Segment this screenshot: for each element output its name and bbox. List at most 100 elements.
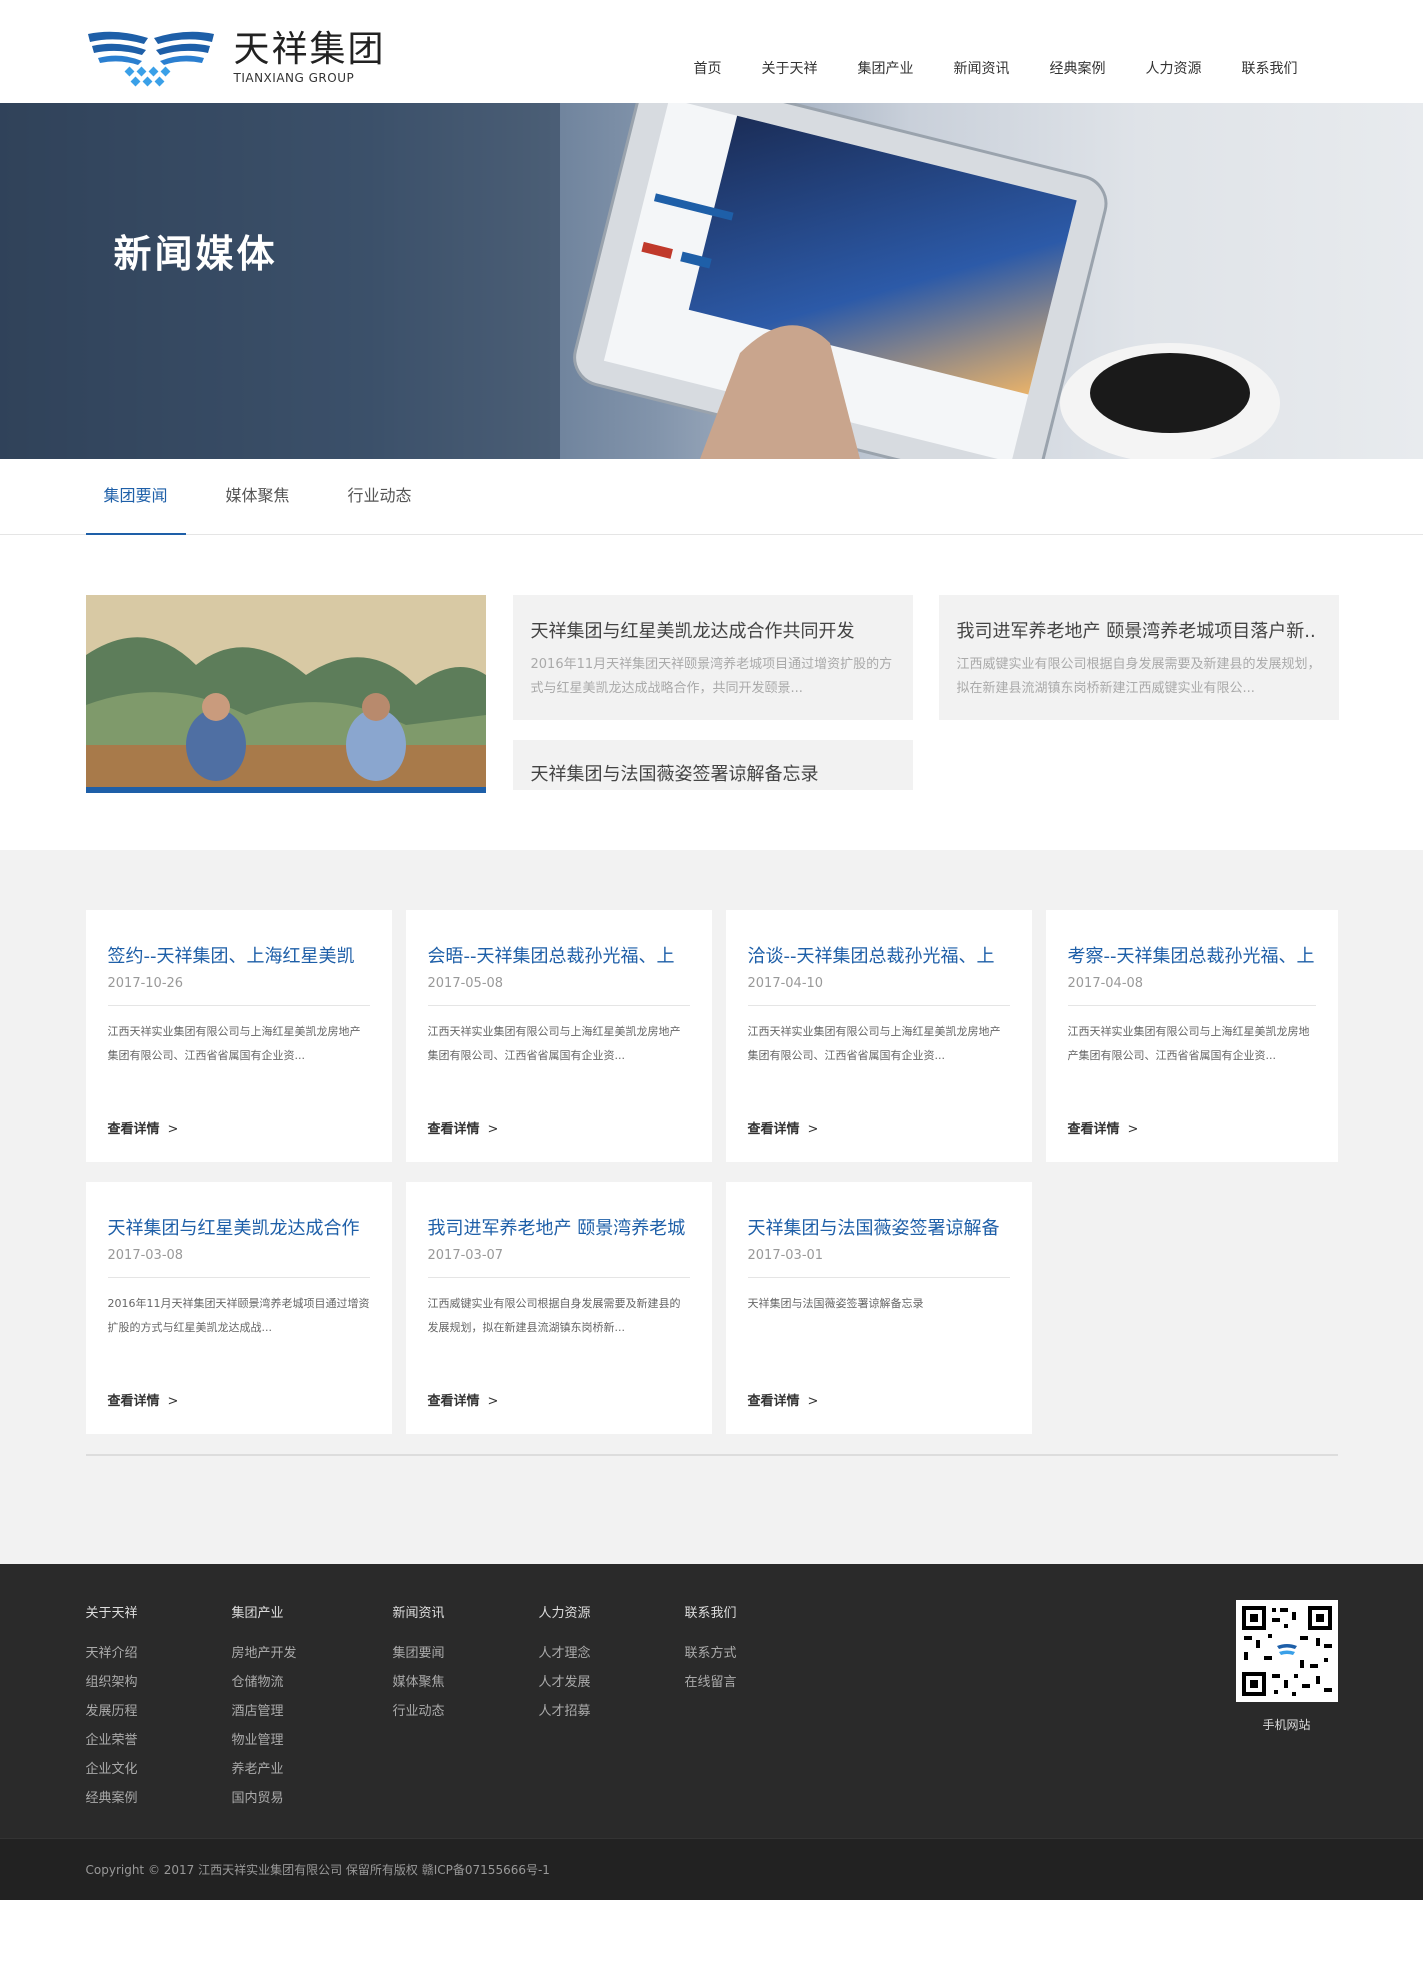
- tab-group-news[interactable]: 集团要闻: [85, 459, 186, 535]
- news-card-title[interactable]: 签约--天祥集团、上海红星美凯: [108, 942, 370, 968]
- footer-link[interactable]: 酒店管理: [232, 1697, 297, 1726]
- footer-link[interactable]: 人才理念: [539, 1639, 591, 1668]
- footer-link[interactable]: 发展历程: [86, 1697, 138, 1726]
- footer-link[interactable]: 国内贸易: [232, 1784, 297, 1813]
- qr-code-icon: [1235, 1600, 1338, 1702]
- news-card-desc: 江西威键实业有限公司根据自身发展需要及新建县的发展规划，拟在新建县流湖镇东岗桥新…: [427, 1297, 681, 1334]
- footer-col-news: 新闻资讯 集团要闻 媒体聚焦 行业动态: [393, 1602, 445, 1726]
- news-card[interactable]: 签约--天祥集团、上海红星美凯 2017-10-26 江西天祥实业集团有限公司与…: [85, 910, 392, 1162]
- news-card-desc: 天祥集团与法国薇姿签署谅解备忘录: [747, 1297, 924, 1310]
- site-header: 天祥集团 TIANXIANG GROUP 首页 关于天祥 集团产业 新闻资讯 经…: [0, 0, 1423, 103]
- featured-card[interactable]: 我司进军养老地产 颐景湾养老城项目落户新.. 江西威键实业有限公司根据自身发展需…: [938, 595, 1339, 720]
- read-more-label: 查看详情: [427, 1394, 480, 1409]
- read-more-label: 查看详情: [747, 1394, 800, 1409]
- chevron-right-icon: >: [487, 1122, 499, 1137]
- footer-heading[interactable]: 新闻资讯: [393, 1602, 445, 1621]
- footer-link[interactable]: 媒体聚焦: [393, 1668, 445, 1697]
- news-card[interactable]: 考察--天祥集团总裁孙光福、上 2017-04-08 江西天祥实业集团有限公司与…: [1045, 910, 1338, 1162]
- footer-link[interactable]: 在线留言: [685, 1668, 737, 1697]
- footer-link[interactable]: 人才发展: [539, 1668, 591, 1697]
- featured-title: 我司进军养老地产 颐景湾养老城项目落户新..: [956, 621, 1316, 642]
- chevron-right-icon: >: [167, 1394, 179, 1409]
- footer-link[interactable]: 行业动态: [393, 1697, 445, 1726]
- nav-item-about[interactable]: 关于天祥: [762, 58, 818, 78]
- read-more-link[interactable]: 查看详情 >: [428, 1118, 499, 1137]
- read-more-label: 查看详情: [107, 1122, 160, 1137]
- featured-photo-image: [85, 595, 486, 787]
- featured-title: 天祥集团与红星美凯龙达成合作共同开发: [530, 621, 855, 642]
- footer-link[interactable]: 天祥介绍: [86, 1639, 138, 1668]
- footer-link[interactable]: 经典案例: [86, 1784, 138, 1813]
- footer-link[interactable]: 养老产业: [232, 1755, 297, 1784]
- logo-cn-text: 天祥集团: [233, 29, 386, 70]
- read-more-link[interactable]: 查看详情 >: [748, 1118, 819, 1137]
- read-more-link[interactable]: 查看详情 >: [748, 1390, 819, 1409]
- copyright-text: Copyright © 2017 江西天祥实业集团有限公司 保留所有版权 赣IC…: [85, 1863, 550, 1877]
- nav-item-home[interactable]: 首页: [694, 58, 722, 78]
- site-logo[interactable]: 天祥集团 TIANXIANG GROUP: [86, 28, 386, 88]
- news-card-date: 2017-10-26: [107, 976, 370, 1006]
- news-card[interactable]: 会晤--天祥集团总裁孙光福、上 2017-05-08 江西天祥实业集团有限公司与…: [405, 910, 712, 1162]
- footer-col-hr: 人力资源 人才理念 人才发展 人才招募: [539, 1602, 591, 1726]
- news-card-title[interactable]: 会晤--天祥集团总裁孙光福、上: [428, 942, 690, 968]
- featured-card[interactable]: 天祥集团与法国薇姿签署谅解备忘录: [512, 740, 913, 790]
- logo-en-text: TIANXIANG GROUP: [233, 71, 355, 85]
- nav-item-news[interactable]: 新闻资讯: [954, 58, 1010, 78]
- featured-title: 天祥集团与法国薇姿签署谅解备忘录: [530, 764, 819, 785]
- featured-card[interactable]: 天祥集团与红星美凯龙达成合作共同开发 2016年11月天祥集团天祥颐景湾养老城项…: [512, 595, 913, 720]
- footer-link[interactable]: 企业荣誉: [86, 1726, 138, 1755]
- chevron-right-icon: >: [1127, 1122, 1139, 1137]
- news-card[interactable]: 天祥集团与法国薇姿签署谅解备 2017-03-01 天祥集团与法国薇姿签署谅解备…: [725, 1182, 1032, 1434]
- footer-link[interactable]: 物业管理: [232, 1726, 297, 1755]
- read-more-link[interactable]: 查看详情 >: [428, 1390, 499, 1409]
- page-banner: 新闻媒体: [0, 103, 1423, 459]
- news-card[interactable]: 天祥集团与红星美凯龙达成合作 2017-03-08 2016年11月天祥集团天祥…: [85, 1182, 392, 1434]
- nav-item-industry[interactable]: 集团产业: [858, 58, 914, 78]
- chevron-right-icon: >: [807, 1122, 819, 1137]
- banner-title: 新闻媒体: [113, 232, 278, 276]
- tab-industry-news[interactable]: 行业动态: [330, 459, 430, 535]
- read-more-link[interactable]: 查看详情 >: [1068, 1118, 1139, 1137]
- news-card-title[interactable]: 考察--天祥集团总裁孙光福、上: [1068, 942, 1316, 968]
- news-card-desc: 江西天祥实业集团有限公司与上海红星美凯龙房地产集团有限公司、江西省省属国有企业资…: [1067, 1025, 1310, 1062]
- nav-item-hr[interactable]: 人力资源: [1146, 58, 1202, 78]
- read-more-link[interactable]: 查看详情 >: [108, 1390, 179, 1409]
- read-more-label: 查看详情: [1067, 1122, 1120, 1137]
- copyright-bar: Copyright © 2017 江西天祥实业集团有限公司 保留所有版权 赣IC…: [0, 1838, 1423, 1900]
- qr-label: 手机网站: [1262, 1718, 1311, 1732]
- news-card-date: 2017-03-01: [747, 1248, 1010, 1278]
- news-card-title[interactable]: 天祥集团与法国薇姿签署谅解备: [748, 1214, 1010, 1240]
- featured-section: 天祥集团与红星美凯龙达成合作共同开发 2016年11月天祥集团天祥颐景湾养老城项…: [0, 535, 1423, 850]
- read-more-label: 查看详情: [427, 1122, 480, 1137]
- nav-item-contact[interactable]: 联系我们: [1242, 58, 1298, 78]
- news-card-desc: 江西天祥实业集团有限公司与上海红星美凯龙房地产集团有限公司、江西省省属国有企业资…: [747, 1025, 1001, 1062]
- chevron-right-icon: >: [807, 1394, 819, 1409]
- news-card-title[interactable]: 我司进军养老地产 颐景湾养老城: [428, 1214, 690, 1240]
- footer-link[interactable]: 集团要闻: [393, 1639, 445, 1668]
- news-card-title[interactable]: 天祥集团与红星美凯龙达成合作: [108, 1214, 370, 1240]
- news-card-date: 2017-03-07: [427, 1248, 690, 1278]
- news-card[interactable]: 洽谈--天祥集团总裁孙光福、上 2017-04-10 江西天祥实业集团有限公司与…: [725, 910, 1032, 1162]
- footer-heading[interactable]: 联系我们: [685, 1602, 737, 1621]
- grid-divider: [85, 1454, 1338, 1456]
- footer-link[interactable]: 联系方式: [685, 1639, 737, 1668]
- logo-mark-icon: [87, 31, 214, 87]
- news-card[interactable]: 我司进军养老地产 颐景湾养老城 2017-03-07 江西威键实业有限公司根据自…: [405, 1182, 712, 1434]
- news-card-desc: 2016年11月天祥集团天祥颐景湾养老城项目通过增资扩股的方式与红星美凯龙达成战…: [107, 1297, 370, 1334]
- featured-desc: 江西威键实业有限公司根据自身发展需要及新建县的发展规划，拟在新建县流湖镇东岗桥新…: [956, 657, 1321, 696]
- footer-link[interactable]: 组织架构: [86, 1668, 138, 1697]
- featured-photo[interactable]: [85, 595, 486, 793]
- read-more-link[interactable]: 查看详情 >: [108, 1118, 179, 1137]
- footer-heading[interactable]: 集团产业: [232, 1602, 297, 1621]
- chevron-right-icon: >: [487, 1394, 499, 1409]
- news-card-title[interactable]: 洽谈--天祥集团总裁孙光福、上: [748, 942, 1010, 968]
- footer-heading[interactable]: 关于天祥: [86, 1602, 138, 1621]
- footer-link[interactable]: 企业文化: [86, 1755, 138, 1784]
- footer-link[interactable]: 人才招募: [539, 1697, 591, 1726]
- nav-item-cases[interactable]: 经典案例: [1050, 58, 1106, 78]
- footer-link[interactable]: 仓储物流: [232, 1668, 297, 1697]
- tab-media-focus[interactable]: 媒体聚焦: [208, 459, 308, 535]
- site-footer: 关于天祥 天祥介绍 组织架构 发展历程 企业荣誉 企业文化 经典案例 集团产业 …: [0, 1564, 1423, 1838]
- footer-link[interactable]: 房地产开发: [232, 1639, 297, 1668]
- footer-heading[interactable]: 人力资源: [539, 1602, 591, 1621]
